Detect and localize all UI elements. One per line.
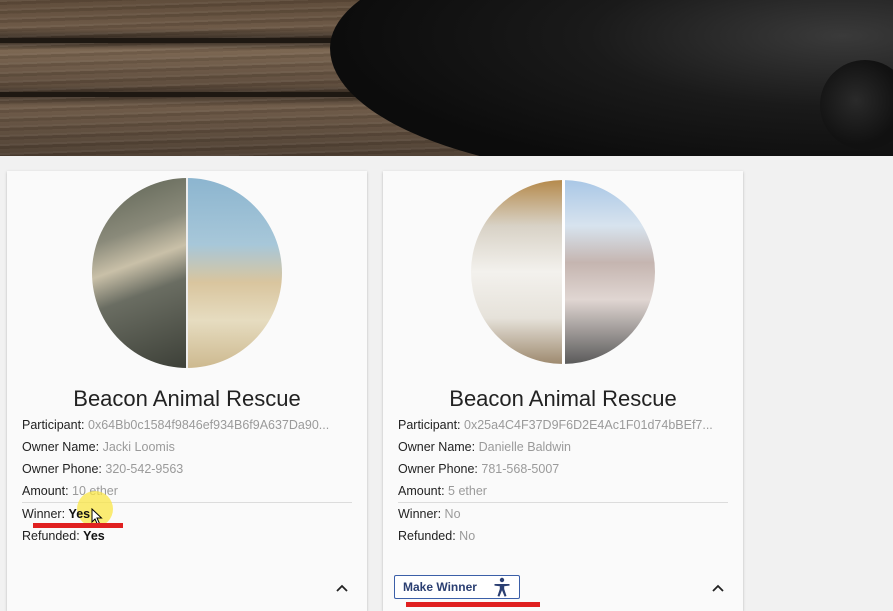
refunded-value: No bbox=[459, 529, 476, 543]
dog-photo bbox=[330, 0, 893, 156]
owner-name-value: Jacki Loomis bbox=[102, 440, 175, 454]
amount-row: Amount: 5 ether bbox=[398, 484, 487, 498]
owner-name-row: Owner Name: Danielle Baldwin bbox=[398, 440, 572, 454]
divider bbox=[398, 502, 728, 503]
owner-phone-row: Owner Phone: 320-542-9563 bbox=[22, 462, 184, 476]
winner-value: Yes bbox=[68, 507, 91, 521]
divider bbox=[22, 502, 352, 503]
winner-value: No bbox=[444, 507, 461, 521]
winner-row: Winner: No bbox=[398, 507, 461, 521]
owner-phone-value: 781-568-5007 bbox=[481, 462, 560, 476]
participant-address: 0x64Bb0c1584f9846ef934B6f9A637Da90... bbox=[88, 418, 330, 432]
annotation-underline bbox=[406, 602, 540, 607]
participant-card: Beacon Animal Rescue Participant: 0x25a4… bbox=[383, 171, 743, 611]
owner-name-value: Danielle Baldwin bbox=[478, 440, 572, 454]
owner-name-row: Owner Name: Jacki Loomis bbox=[22, 440, 175, 454]
participant-card: Beacon Animal Rescue Participant: 0x64Bb… bbox=[7, 171, 367, 611]
collapse-chevron-icon[interactable] bbox=[335, 581, 349, 595]
hero-banner-image bbox=[0, 0, 893, 156]
organization-name: Beacon Animal Rescue bbox=[73, 386, 301, 411]
owner-phone-row: Owner Phone: 781-568-5007 bbox=[398, 462, 560, 476]
participant-row: Participant: 0x64Bb0c1584f9846ef934B6f9A… bbox=[22, 418, 330, 432]
participant-address: 0x25a4C4F37D9F6D2E4Ac1F01d74bBEf7... bbox=[464, 418, 713, 432]
refunded-row: Refunded: No bbox=[398, 529, 476, 543]
refunded-value: Yes bbox=[83, 529, 105, 543]
amount-row: Amount: 10 ether bbox=[22, 484, 118, 498]
amount-value: 5 ether bbox=[448, 484, 487, 498]
collapse-chevron-icon[interactable] bbox=[711, 581, 725, 595]
winner-row: Winner: Yes bbox=[22, 507, 91, 521]
make-winner-label: Make Winner bbox=[403, 580, 477, 594]
accessibility-icon bbox=[494, 577, 510, 597]
owner-phone-value: 320-542-9563 bbox=[105, 462, 184, 476]
refunded-row: Refunded: Yes bbox=[22, 529, 105, 543]
make-winner-button[interactable]: Make Winner bbox=[394, 575, 520, 599]
annotation-underline bbox=[33, 523, 123, 528]
participant-row: Participant: 0x25a4C4F37D9F6D2E4Ac1F01d7… bbox=[398, 418, 713, 432]
dog-photo-circle bbox=[471, 180, 655, 364]
dog-photo-circle bbox=[92, 178, 282, 368]
organization-name: Beacon Animal Rescue bbox=[449, 386, 677, 411]
